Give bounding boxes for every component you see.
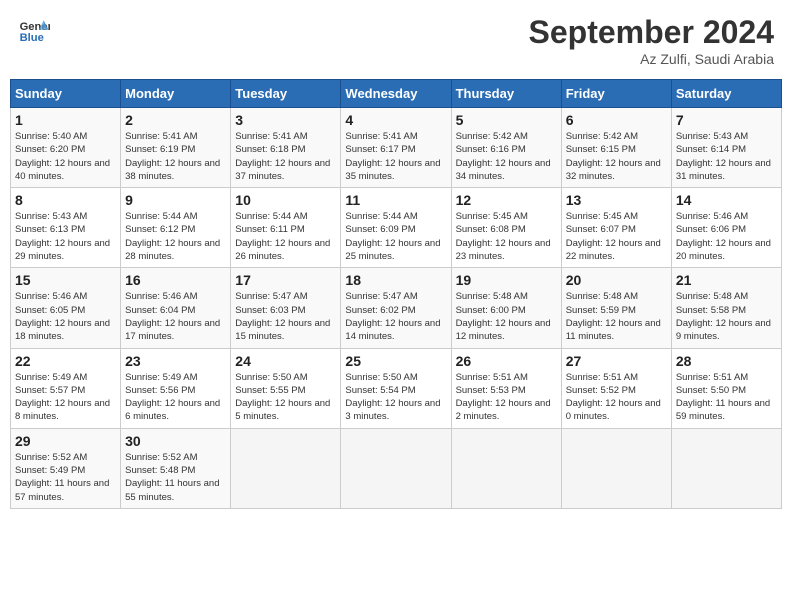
- calendar-day-empty-4-5: [561, 428, 671, 508]
- calendar-week-1: 8 Sunrise: 5:43 AMSunset: 6:13 PMDayligh…: [11, 188, 782, 268]
- day-number: 1: [15, 112, 116, 128]
- calendar-day-30: 30 Sunrise: 5:52 AMSunset: 5:48 PMDaylig…: [121, 428, 231, 508]
- calendar-day-16: 16 Sunrise: 5:46 AMSunset: 6:04 PMDaylig…: [121, 268, 231, 348]
- calendar-day-7: 7 Sunrise: 5:43 AMSunset: 6:14 PMDayligh…: [671, 108, 781, 188]
- calendar-day-1: 1 Sunrise: 5:40 AMSunset: 6:20 PMDayligh…: [11, 108, 121, 188]
- month-title: September 2024: [529, 14, 774, 51]
- calendar-day-12: 12 Sunrise: 5:45 AMSunset: 6:08 PMDaylig…: [451, 188, 561, 268]
- svg-text:Blue: Blue: [20, 32, 44, 44]
- calendar-day-10: 10 Sunrise: 5:44 AMSunset: 6:11 PMDaylig…: [231, 188, 341, 268]
- title-area: September 2024 Az Zulfi, Saudi Arabia: [529, 14, 774, 67]
- weekday-header-monday: Monday: [121, 80, 231, 108]
- weekday-header-wednesday: Wednesday: [341, 80, 451, 108]
- calendar-day-empty-4-2: [231, 428, 341, 508]
- calendar-day-9: 9 Sunrise: 5:44 AMSunset: 6:12 PMDayligh…: [121, 188, 231, 268]
- calendar-day-6: 6 Sunrise: 5:42 AMSunset: 6:15 PMDayligh…: [561, 108, 671, 188]
- logo: General Blue: [18, 14, 50, 46]
- page-header: General Blue September 2024 Az Zulfi, Sa…: [10, 10, 782, 71]
- calendar-day-11: 11 Sunrise: 5:44 AMSunset: 6:09 PMDaylig…: [341, 188, 451, 268]
- calendar-day-5: 5 Sunrise: 5:42 AMSunset: 6:16 PMDayligh…: [451, 108, 561, 188]
- calendar-week-3: 22 Sunrise: 5:49 AMSunset: 5:57 PMDaylig…: [11, 348, 782, 428]
- calendar-day-2: 2 Sunrise: 5:41 AMSunset: 6:19 PMDayligh…: [121, 108, 231, 188]
- calendar-table: SundayMondayTuesdayWednesdayThursdayFrid…: [10, 79, 782, 509]
- weekday-header-thursday: Thursday: [451, 80, 561, 108]
- logo-icon: General Blue: [18, 14, 50, 46]
- calendar-day-empty-4-6: [671, 428, 781, 508]
- calendar-day-empty-4-4: [451, 428, 561, 508]
- calendar-day-15: 15 Sunrise: 5:46 AMSunset: 6:05 PMDaylig…: [11, 268, 121, 348]
- day-info: Sunrise: 5:40 AMSunset: 6:20 PMDaylight:…: [15, 130, 116, 183]
- calendar-day-20: 20 Sunrise: 5:48 AMSunset: 5:59 PMDaylig…: [561, 268, 671, 348]
- calendar-day-27: 27 Sunrise: 5:51 AMSunset: 5:52 PMDaylig…: [561, 348, 671, 428]
- calendar-day-26: 26 Sunrise: 5:51 AMSunset: 5:53 PMDaylig…: [451, 348, 561, 428]
- weekday-header-tuesday: Tuesday: [231, 80, 341, 108]
- calendar-day-28: 28 Sunrise: 5:51 AMSunset: 5:50 PMDaylig…: [671, 348, 781, 428]
- calendar-day-23: 23 Sunrise: 5:49 AMSunset: 5:56 PMDaylig…: [121, 348, 231, 428]
- calendar-week-0: 1 Sunrise: 5:40 AMSunset: 6:20 PMDayligh…: [11, 108, 782, 188]
- calendar-day-18: 18 Sunrise: 5:47 AMSunset: 6:02 PMDaylig…: [341, 268, 451, 348]
- location: Az Zulfi, Saudi Arabia: [529, 51, 774, 67]
- weekday-header-sunday: Sunday: [11, 80, 121, 108]
- calendar-day-25: 25 Sunrise: 5:50 AMSunset: 5:54 PMDaylig…: [341, 348, 451, 428]
- calendar-day-17: 17 Sunrise: 5:47 AMSunset: 6:03 PMDaylig…: [231, 268, 341, 348]
- calendar-week-2: 15 Sunrise: 5:46 AMSunset: 6:05 PMDaylig…: [11, 268, 782, 348]
- calendar-day-8: 8 Sunrise: 5:43 AMSunset: 6:13 PMDayligh…: [11, 188, 121, 268]
- calendar-day-19: 19 Sunrise: 5:48 AMSunset: 6:00 PMDaylig…: [451, 268, 561, 348]
- weekday-header-friday: Friday: [561, 80, 671, 108]
- calendar-day-4: 4 Sunrise: 5:41 AMSunset: 6:17 PMDayligh…: [341, 108, 451, 188]
- calendar-week-4: 29 Sunrise: 5:52 AMSunset: 5:49 PMDaylig…: [11, 428, 782, 508]
- calendar-day-3: 3 Sunrise: 5:41 AMSunset: 6:18 PMDayligh…: [231, 108, 341, 188]
- calendar-day-empty-4-3: [341, 428, 451, 508]
- calendar-day-29: 29 Sunrise: 5:52 AMSunset: 5:49 PMDaylig…: [11, 428, 121, 508]
- calendar-day-14: 14 Sunrise: 5:46 AMSunset: 6:06 PMDaylig…: [671, 188, 781, 268]
- calendar-day-13: 13 Sunrise: 5:45 AMSunset: 6:07 PMDaylig…: [561, 188, 671, 268]
- weekday-header-saturday: Saturday: [671, 80, 781, 108]
- calendar-day-22: 22 Sunrise: 5:49 AMSunset: 5:57 PMDaylig…: [11, 348, 121, 428]
- calendar-day-21: 21 Sunrise: 5:48 AMSunset: 5:58 PMDaylig…: [671, 268, 781, 348]
- calendar-day-24: 24 Sunrise: 5:50 AMSunset: 5:55 PMDaylig…: [231, 348, 341, 428]
- weekday-header-row: SundayMondayTuesdayWednesdayThursdayFrid…: [11, 80, 782, 108]
